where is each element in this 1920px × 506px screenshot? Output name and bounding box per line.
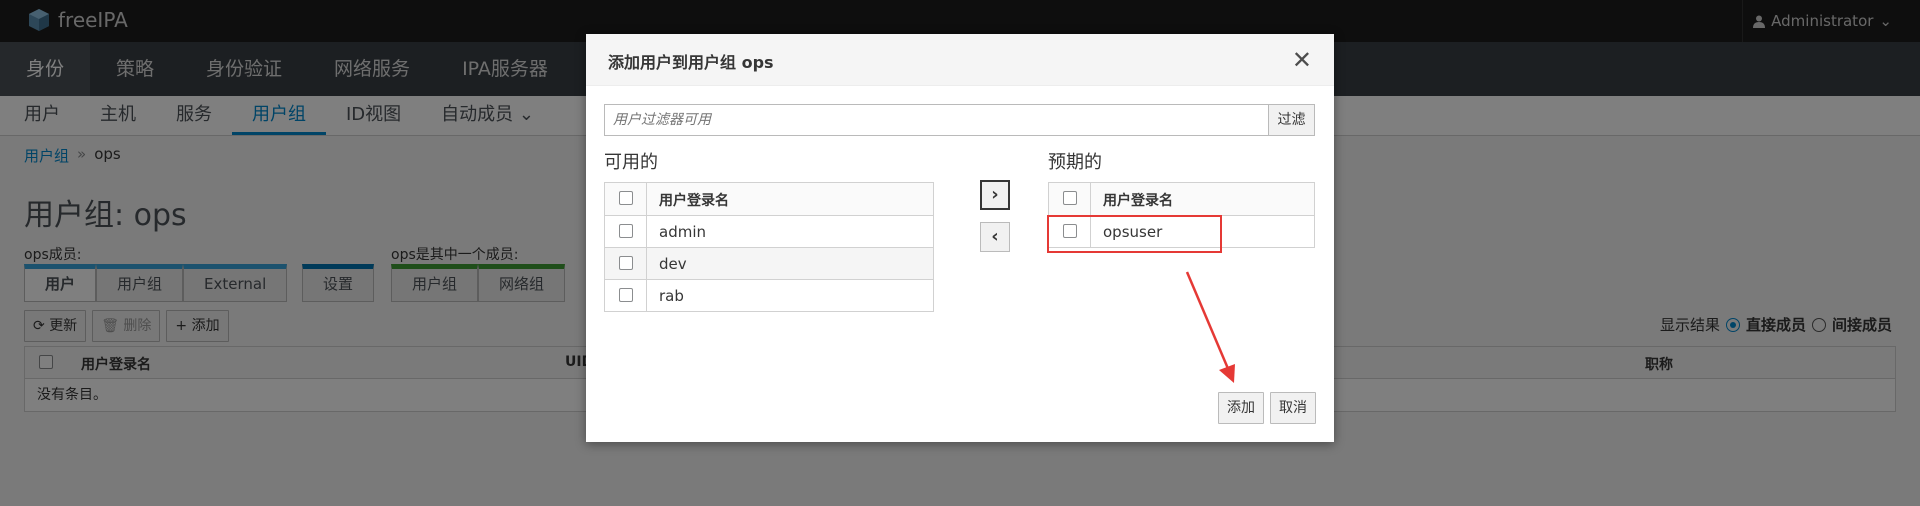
available-user: admin (659, 223, 706, 241)
move-right-button[interactable]: › (980, 180, 1010, 210)
filter-button[interactable]: 过滤 (1269, 104, 1315, 136)
annotation-highlight-box (1047, 215, 1222, 253)
available-header: 用户登录名 (605, 183, 933, 215)
available-label: 可用的 (604, 152, 658, 173)
list-item[interactable]: dev (605, 247, 933, 279)
chevron-left-icon: ‹ (991, 226, 999, 247)
chevron-right-icon: › (991, 184, 999, 205)
filter-input[interactable] (604, 104, 1269, 136)
dialog-title: 添加用户到用户组 ops (608, 53, 774, 72)
row-checkbox[interactable] (619, 224, 633, 238)
available-col-login: 用户登录名 (659, 193, 729, 209)
prospective-select-all[interactable] (1063, 191, 1077, 205)
row-checkbox[interactable] (619, 256, 633, 270)
prospective-header: 用户登录名 (1049, 183, 1314, 215)
move-left-button[interactable]: ‹ (980, 222, 1010, 252)
prospective-col-login: 用户登录名 (1103, 193, 1173, 209)
dialog-cancel-button[interactable]: 取消 (1270, 392, 1316, 424)
row-checkbox[interactable] (619, 288, 633, 302)
dialog-header: 添加用户到用户组 ops ✕ (586, 34, 1334, 86)
list-item[interactable]: admin (605, 215, 933, 247)
available-select-all[interactable] (619, 191, 633, 205)
available-user: dev (659, 255, 687, 273)
dialog-footer: 添加 取消 (1218, 392, 1316, 424)
available-table: 用户登录名 admin dev rab (604, 182, 934, 312)
list-item[interactable]: rab (605, 279, 933, 311)
filter-bar: 过滤 (604, 104, 1315, 136)
close-icon[interactable]: ✕ (1292, 46, 1312, 74)
prospective-label: 预期的 (1048, 152, 1102, 173)
dialog-add-button[interactable]: 添加 (1218, 392, 1264, 424)
available-user: rab (659, 287, 684, 305)
add-user-dialog: 添加用户到用户组 ops ✕ 过滤 可用的 预期的 用户登录名 admin de… (586, 34, 1334, 442)
